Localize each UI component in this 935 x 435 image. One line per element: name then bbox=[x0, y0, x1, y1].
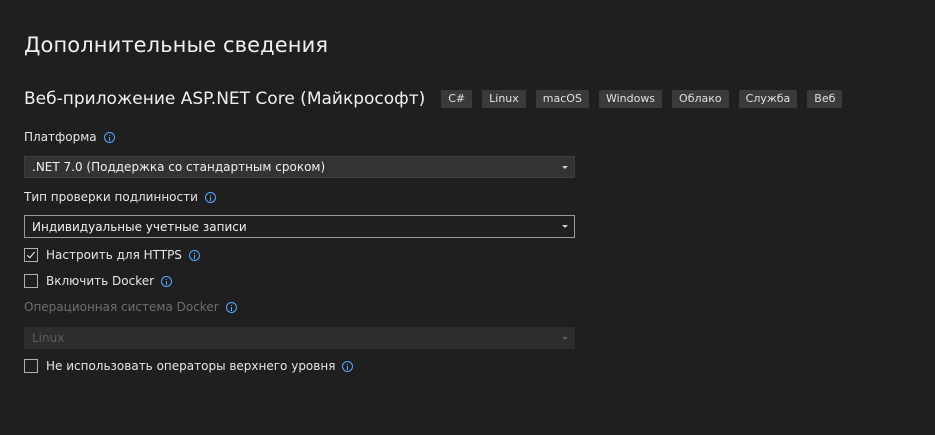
chevron-down-icon bbox=[562, 225, 568, 228]
top-level-statements-checkbox[interactable] bbox=[24, 359, 38, 373]
docker-os-label: Операционная система Docker bbox=[24, 300, 237, 314]
docker-checkbox[interactable] bbox=[24, 274, 38, 288]
https-option[interactable]: Настроить для HTTPS bbox=[24, 248, 200, 262]
auth-type-select[interactable]: Индивидуальные учетные записи bbox=[24, 215, 575, 238]
template-name: Веб-приложение ASP.NET Core (Майкрософт) bbox=[24, 89, 426, 109]
info-icon[interactable] bbox=[161, 275, 173, 287]
chevron-down-icon bbox=[562, 337, 568, 340]
docker-os-label-text: Операционная система Docker bbox=[24, 300, 219, 314]
chevron-down-icon bbox=[562, 166, 568, 169]
tag-windows: Windows bbox=[598, 90, 663, 108]
tag-service: Служба bbox=[738, 90, 798, 108]
framework-label-text: Платформа bbox=[24, 130, 97, 144]
template-tags: C# Linux macOS Windows Облако Служба Веб bbox=[441, 90, 852, 108]
page-title: Дополнительные сведения bbox=[24, 33, 329, 57]
tag-csharp: C# bbox=[441, 90, 473, 108]
info-icon[interactable] bbox=[342, 360, 354, 372]
info-icon[interactable] bbox=[103, 131, 115, 143]
framework-label: Платформа bbox=[24, 130, 115, 144]
auth-type-label-text: Тип проверки подлинности bbox=[24, 190, 198, 204]
tag-macos: macOS bbox=[535, 90, 589, 108]
docker-os-select: Linux bbox=[24, 327, 575, 349]
docker-label: Включить Docker bbox=[46, 274, 155, 288]
template-header: Веб-приложение ASP.NET Core (Майкрософт)… bbox=[24, 86, 852, 112]
tag-linux: Linux bbox=[482, 90, 526, 108]
info-icon[interactable] bbox=[188, 249, 200, 261]
top-level-statements-label: Не использовать операторы верхнего уровн… bbox=[46, 359, 336, 373]
tag-cloud: Облако bbox=[672, 90, 729, 108]
framework-select[interactable]: .NET 7.0 (Поддержка со стандартным сроко… bbox=[24, 156, 575, 178]
top-level-statements-option[interactable]: Не использовать операторы верхнего уровн… bbox=[24, 359, 354, 373]
additional-info-dialog: Дополнительные сведения Веб-приложение A… bbox=[0, 0, 935, 435]
framework-select-value: .NET 7.0 (Поддержка со стандартным сроко… bbox=[32, 160, 326, 174]
info-icon[interactable] bbox=[204, 191, 216, 203]
tag-web: Веб bbox=[807, 90, 843, 108]
https-checkbox[interactable] bbox=[24, 248, 38, 262]
docker-option[interactable]: Включить Docker bbox=[24, 274, 173, 288]
info-icon[interactable] bbox=[225, 301, 237, 313]
https-label: Настроить для HTTPS bbox=[46, 248, 182, 262]
auth-type-select-value: Индивидуальные учетные записи bbox=[32, 219, 247, 234]
docker-os-select-value: Linux bbox=[32, 331, 65, 345]
auth-type-label: Тип проверки подлинности bbox=[24, 190, 216, 204]
